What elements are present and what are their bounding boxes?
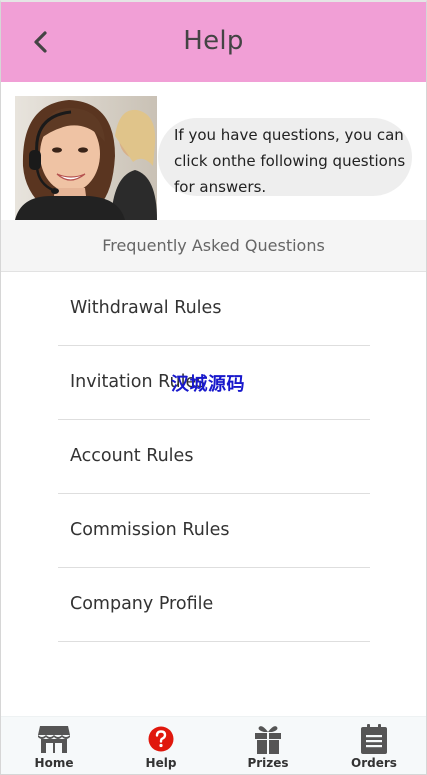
tab-orders[interactable]: Orders bbox=[321, 717, 426, 774]
page-title: Help bbox=[183, 26, 244, 56]
faq-list: Withdrawal Rules Invitation Rules Accoun… bbox=[58, 272, 370, 642]
watermark-text: 汉城源码 bbox=[171, 374, 245, 395]
faq-header: Frequently Asked Questions bbox=[1, 220, 426, 272]
tab-label: Help bbox=[145, 756, 177, 770]
help-banner: If you have questions, you can click ont… bbox=[1, 82, 426, 220]
tab-label: Prizes bbox=[247, 756, 289, 770]
app-frame: Help If you have questions, you can clic… bbox=[0, 0, 427, 775]
faq-title: Frequently Asked Questions bbox=[102, 236, 325, 255]
store-icon bbox=[38, 726, 70, 753]
customer-service-agent-photo bbox=[15, 96, 157, 220]
faq-item-withdrawal-rules[interactable]: Withdrawal Rules bbox=[58, 272, 370, 346]
bottom-tab-bar: Home Help Prizes Orders bbox=[1, 716, 426, 774]
tab-label: Home bbox=[34, 756, 74, 770]
faq-item-company-profile[interactable]: Company Profile bbox=[58, 568, 370, 642]
help-message-bubble: If you have questions, you can click ont… bbox=[158, 118, 412, 196]
faq-item-commission-rules[interactable]: Commission Rules bbox=[58, 494, 370, 568]
faq-item-label: Withdrawal Rules bbox=[70, 298, 222, 318]
clipboard-list-icon bbox=[361, 724, 387, 754]
faq-item-label: Company Profile bbox=[70, 594, 214, 614]
help-message-text: If you have questions, you can click ont… bbox=[174, 126, 406, 196]
gift-icon bbox=[255, 726, 281, 754]
tab-label: Orders bbox=[351, 756, 397, 770]
help-question-icon bbox=[148, 726, 174, 752]
faq-item-label: Commission Rules bbox=[70, 520, 230, 540]
faq-item-account-rules[interactable]: Account Rules bbox=[58, 420, 370, 494]
header-bar: Help bbox=[1, 2, 426, 82]
tab-help[interactable]: Help bbox=[108, 717, 214, 774]
tab-prizes[interactable]: Prizes bbox=[215, 717, 321, 774]
faq-item-label: Account Rules bbox=[70, 446, 194, 466]
tab-home[interactable]: Home bbox=[1, 717, 107, 774]
